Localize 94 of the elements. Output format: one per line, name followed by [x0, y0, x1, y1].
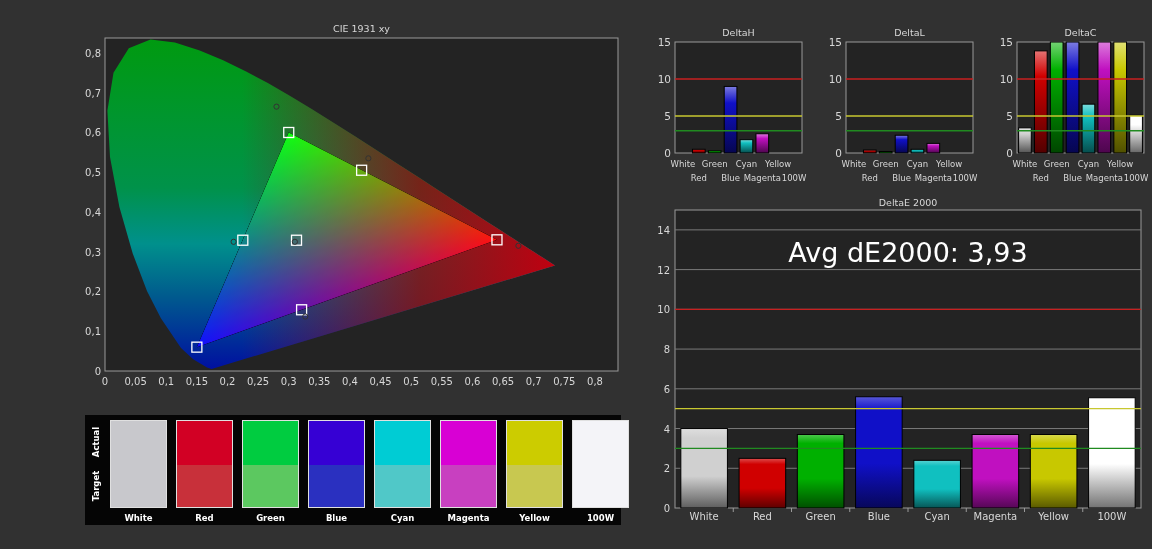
category-label: Yellow	[936, 159, 963, 169]
category-label: 100W	[1097, 511, 1127, 522]
axis-tick-label: 0,7	[525, 376, 542, 387]
swatch-label: Blue	[325, 513, 348, 523]
axis-tick-label: 0	[1006, 147, 1013, 159]
axis-tick-label: 15	[828, 36, 842, 48]
axis-tick-label: 0,5	[403, 376, 420, 387]
axis-tick-label: 0	[663, 503, 670, 514]
category-label: White	[841, 159, 867, 169]
category-label: Blue	[867, 511, 890, 522]
category-label: Magenta	[973, 511, 1018, 522]
axis-tick-label: 0,7	[85, 87, 101, 99]
axis-tick-label: 6	[663, 383, 670, 395]
average-delta-e-text: Avg dE2000: 3,93	[788, 237, 1028, 268]
axis-tick-label: 0,35	[308, 376, 331, 387]
axis-tick-label: 0,25	[247, 376, 270, 387]
chart-title: CIE 1931 xy	[333, 23, 390, 34]
axis-tick-label: 5	[1006, 110, 1013, 122]
category-label: Green	[805, 511, 836, 522]
category-label: 100W	[781, 173, 807, 183]
axis-tick-label: 0,2	[219, 376, 236, 387]
swatch-label: Magenta	[447, 513, 490, 523]
category-label: Cyan	[735, 159, 758, 169]
axis-tick-label: 0,4	[85, 207, 101, 218]
category-label: Blue	[1063, 173, 1082, 183]
axis-tick-label: 0	[94, 366, 101, 377]
category-label: Cyan	[1077, 159, 1100, 169]
axis-tick-label: 0,3	[85, 246, 101, 258]
category-label: White	[689, 511, 719, 522]
category-label: 100W	[1123, 173, 1149, 183]
swatch-label: Red	[195, 513, 214, 523]
category-label: Cyan	[906, 159, 929, 169]
row-label: Target	[91, 470, 101, 502]
axis-tick-label: 10	[657, 73, 671, 85]
axis-tick-label: 0	[664, 147, 671, 159]
category-label: Blue	[892, 173, 911, 183]
axis-tick-label: 10	[657, 304, 670, 316]
category-label: Green	[701, 159, 728, 169]
row-label: Actual	[91, 426, 101, 458]
axis-tick-label: 0	[835, 147, 842, 159]
axis-tick-label: 0,3	[280, 376, 297, 387]
category-label: Magenta	[743, 173, 781, 183]
chart-title: DeltaL	[894, 27, 925, 38]
swatch-label: Green	[256, 513, 285, 523]
axis-tick-label: 15	[657, 36, 671, 48]
category-label: Red	[861, 173, 878, 183]
axis-tick-label: 0	[101, 376, 109, 387]
axis-tick-label: 0,2	[85, 286, 101, 298]
category-label: Cyan	[924, 511, 950, 522]
category-label: Magenta	[914, 173, 952, 183]
swatch-label: Yellow	[519, 513, 550, 523]
category-label: Red	[752, 511, 772, 522]
axis-tick-label: 10	[828, 73, 842, 85]
category-label: Green	[1043, 159, 1070, 169]
category-label: Red	[690, 173, 707, 183]
axis-tick-label: 14	[657, 224, 670, 236]
axis-tick-label: 8	[663, 344, 670, 356]
category-label: Yellow	[765, 159, 792, 169]
axis-tick-label: 4	[663, 423, 670, 435]
axis-tick-label: 0,6	[464, 376, 481, 387]
axis-tick-label: 0,55	[430, 376, 453, 387]
axis-tick-label: 2	[663, 463, 670, 475]
chart-title: DeltaH	[722, 27, 755, 38]
axis-tick-label: 10	[999, 73, 1013, 85]
category-label: Green	[872, 159, 899, 169]
category-label: 100W	[952, 173, 978, 183]
axis-tick-label: 0,8	[587, 376, 603, 387]
axis-tick-label: 5	[664, 110, 671, 122]
axis-tick-label: 0,75	[553, 376, 576, 387]
category-label: Blue	[721, 173, 740, 183]
category-label: Red	[1032, 173, 1049, 183]
axis-tick-label: 0,05	[124, 376, 147, 387]
chart-title: DeltaC	[1064, 27, 1097, 38]
axis-tick-label: 0,6	[85, 127, 101, 139]
category-label: Magenta	[1085, 173, 1123, 183]
category-label: White	[670, 159, 696, 169]
category-label: Yellow	[1038, 511, 1069, 522]
swatch-label: White	[124, 513, 153, 523]
axis-tick-label: 5	[835, 110, 842, 122]
axis-tick-label: 0,8	[85, 48, 101, 59]
axis-tick-label: 0,65	[491, 376, 515, 387]
axis-tick-label: 0,4	[342, 376, 358, 387]
axis-tick-label: 12	[657, 264, 670, 276]
swatch-label: 100W	[586, 513, 615, 523]
axis-tick-label: 0,5	[85, 167, 101, 179]
category-label: Yellow	[1107, 159, 1134, 169]
category-label: White	[1012, 159, 1038, 169]
chart-title: DeltaE 2000	[878, 197, 938, 208]
axis-tick-label: 0,1	[85, 326, 101, 338]
axis-tick-label: 0,15	[185, 376, 208, 387]
swatch-label: Cyan	[390, 513, 415, 523]
axis-tick-label: 15	[999, 36, 1013, 48]
axis-tick-label: 0,45	[369, 376, 392, 387]
axis-tick-label: 0,1	[158, 376, 175, 387]
